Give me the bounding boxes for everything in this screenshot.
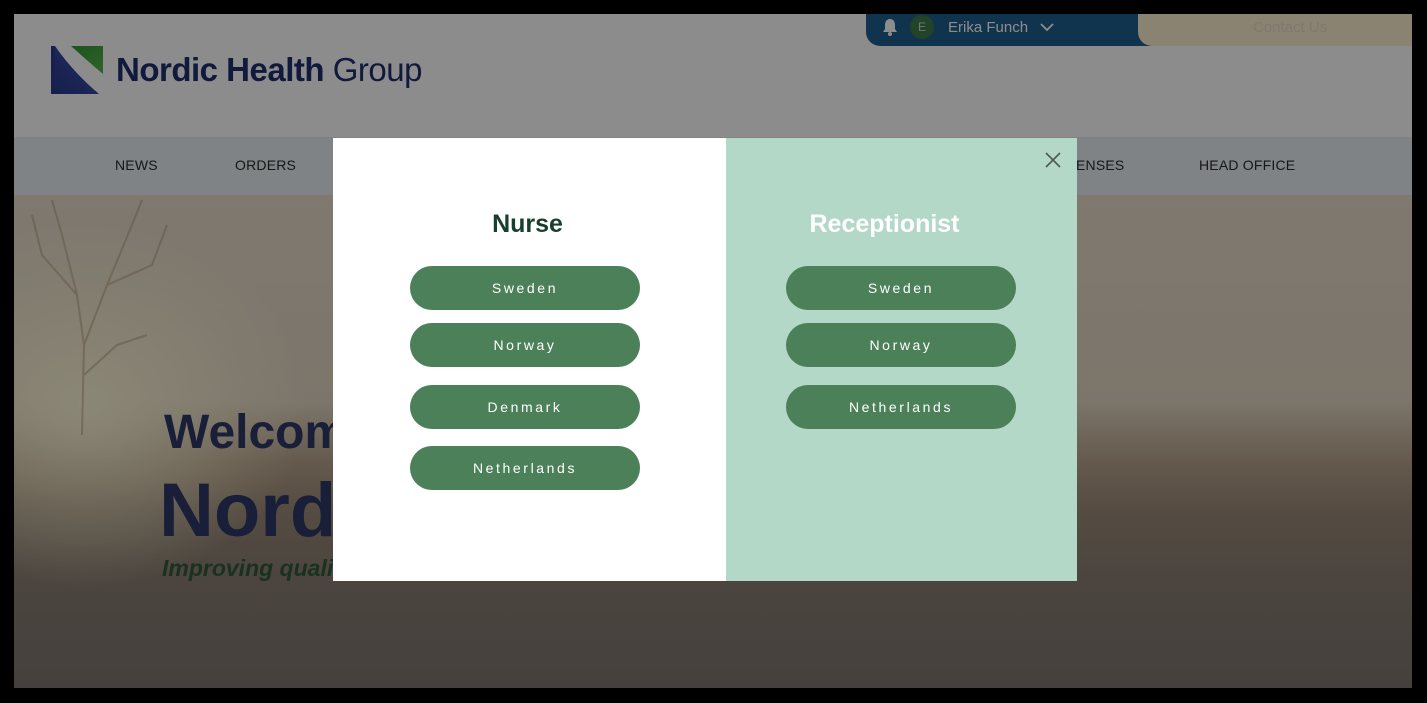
- nurse-sweden-button[interactable]: Sweden: [410, 266, 640, 310]
- receptionist-sweden-button[interactable]: Sweden: [786, 266, 1016, 310]
- browser-viewport: Nordic Health Group E Erika Funch Contac…: [14, 14, 1412, 688]
- nurse-title: Nurse: [492, 210, 563, 238]
- receptionist-netherlands-button[interactable]: Netherlands: [786, 385, 1016, 429]
- receptionist-panel: Receptionist Sweden Norway Netherlands: [726, 138, 1077, 581]
- close-icon[interactable]: [1043, 150, 1063, 170]
- receptionist-title: Receptionist: [809, 210, 960, 238]
- nurse-panel: Nurse Sweden Norway Denmark Netherlands: [333, 138, 726, 581]
- role-selection-modal: Nurse Sweden Norway Denmark Netherlands …: [333, 138, 1077, 581]
- receptionist-norway-button[interactable]: Norway: [786, 323, 1016, 367]
- nurse-denmark-button[interactable]: Denmark: [410, 385, 640, 429]
- nurse-norway-button[interactable]: Norway: [410, 323, 640, 367]
- nurse-netherlands-button[interactable]: Netherlands: [410, 446, 640, 490]
